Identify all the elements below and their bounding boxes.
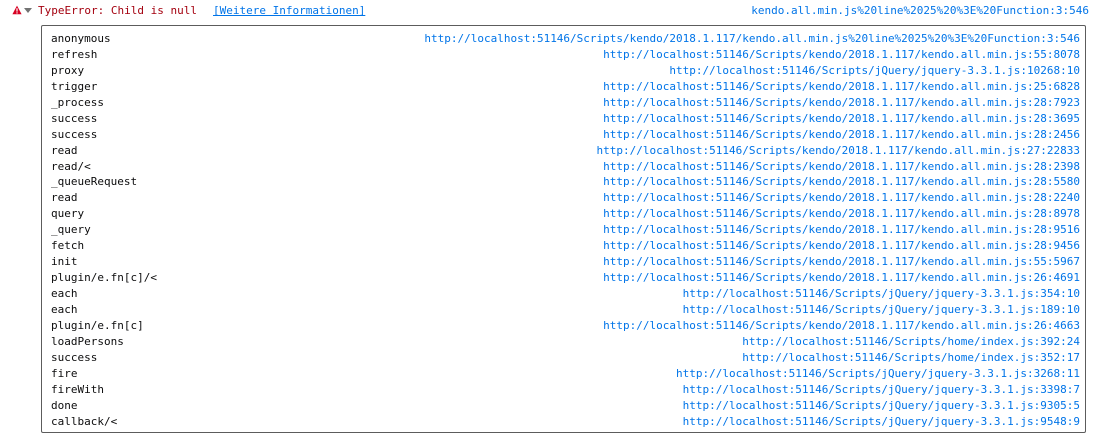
- stack-trace-list: anonymous http://localhost:51146/Scripts/…: [51, 31, 1080, 429]
- console-error-message: TypeError: Child is null [Weitere Inform…: [0, 0, 1094, 22]
- warning-triangle-icon: [12, 5, 22, 15]
- stack-frame-function: _process: [51, 95, 104, 109]
- stack-frame: each http://localhost:51146/Scripts/jQuer…: [51, 302, 1080, 318]
- stack-frame-location-link[interactable]: http://localhost:51146/Scripts/jQuery/jq…: [669, 63, 1080, 79]
- stack-frame-function: plugin/e.fn[c]: [51, 318, 144, 332]
- stack-frame-location-link[interactable]: http://localhost:51146/Scripts/kendo/201…: [603, 174, 1080, 190]
- stack-frame: init http://localhost:51146/Scripts/kendo…: [51, 254, 1080, 270]
- stack-frame: proxy http://localhost:51146/Scripts/jQue…: [51, 63, 1080, 79]
- stack-frame: callback/< http://localhost:51146/Scripts…: [51, 414, 1080, 430]
- more-info-link[interactable]: [Weitere Informationen]: [213, 4, 365, 18]
- stack-frame-location-link[interactable]: http://localhost:51146/Scripts/kendo/201…: [603, 159, 1080, 175]
- stack-frame-function: plugin/e.fn[c]/<: [51, 271, 157, 285]
- stack-frame-function: callback/<: [51, 414, 118, 428]
- stack-frame-location-link[interactable]: http://localhost:51146/Scripts/jQuery/jq…: [683, 382, 1080, 398]
- stack-frame: each http://localhost:51146/Scripts/jQuer…: [51, 286, 1080, 302]
- stack-frame: _query http://localhost:51146/Scripts/ken…: [51, 222, 1080, 238]
- stack-frame-function: fireWith: [51, 382, 104, 396]
- stack-frame-location-link[interactable]: http://localhost:51146/Scripts/home/inde…: [742, 350, 1080, 366]
- stack-frame-function: read: [51, 191, 78, 205]
- stack-frame: success http://localhost:51146/Scripts/ke…: [51, 111, 1080, 127]
- stack-frame: read http://localhost:51146/Scripts/kendo…: [51, 143, 1080, 159]
- stack-frame: _queueRequest http://localhost:51146/Scri…: [51, 174, 1080, 190]
- stack-frame-location-link[interactable]: http://localhost:51146/Scripts/home/inde…: [742, 334, 1080, 350]
- stack-frame-function: each: [51, 302, 78, 316]
- stack-frame-function: init: [51, 255, 78, 269]
- stack-frame: loadPersons http://localhost:51146/Script…: [51, 334, 1080, 350]
- stack-frame-location-link[interactable]: http://localhost:51146/Scripts/jQuery/jq…: [683, 302, 1080, 318]
- stack-frame-location-link[interactable]: http://localhost:51146/Scripts/jQuery/jq…: [683, 414, 1080, 430]
- stack-frame: plugin/e.fn[c]/< http://localhost:51146/S…: [51, 270, 1080, 286]
- stack-frame-function: anonymous: [51, 32, 111, 45]
- stack-frame-function: read/<: [51, 159, 91, 173]
- stack-frame-location-link[interactable]: http://localhost:51146/Scripts/kendo/201…: [603, 318, 1080, 334]
- stack-frame: refresh http://localhost:51146/Scripts/ke…: [51, 47, 1080, 63]
- stack-frame: trigger http://localhost:51146/Scripts/ke…: [51, 79, 1080, 95]
- chevron-down-icon[interactable]: [24, 8, 32, 13]
- stack-frame: anonymous http://localhost:51146/Scripts/…: [51, 31, 1080, 47]
- stack-frame-location-link[interactable]: http://localhost:51146/Scripts/kendo/201…: [603, 111, 1080, 127]
- stack-frame-location-link[interactable]: http://localhost:51146/Scripts/jQuery/jq…: [683, 286, 1080, 302]
- stack-frame-function: loadPersons: [51, 334, 124, 348]
- stack-frame: _process http://localhost:51146/Scripts/k…: [51, 95, 1080, 111]
- stack-frame-location-link[interactable]: http://localhost:51146/Scripts/kendo/201…: [603, 95, 1080, 111]
- stack-frame-location-link[interactable]: http://localhost:51146/Scripts/kendo/201…: [603, 222, 1080, 238]
- stack-frame-location-link[interactable]: http://localhost:51146/Scripts/jQuery/jq…: [683, 398, 1080, 414]
- stack-frame: read http://localhost:51146/Scripts/kendo…: [51, 190, 1080, 206]
- stack-frame: success http://localhost:51146/Scripts/ho…: [51, 350, 1080, 366]
- stack-frame-location-link[interactable]: http://localhost:51146/Scripts/jQuery/jq…: [676, 366, 1080, 382]
- stack-frame-function: proxy: [51, 63, 85, 77]
- stack-frame-function: _queueRequest: [51, 175, 138, 189]
- stack-frame-location-link[interactable]: http://localhost:51146/Scripts/kendo/201…: [603, 270, 1080, 286]
- stack-frame-function: _query: [51, 223, 91, 237]
- stack-frame-location-link[interactable]: http://localhost:51146/Scripts/kendo/201…: [597, 143, 1080, 159]
- stack-frame-function: fire: [51, 366, 78, 380]
- stack-frame-function: read: [51, 143, 78, 157]
- stack-frame-location-link[interactable]: http://localhost:51146/Scripts/kendo/201…: [603, 238, 1080, 254]
- stack-frame-location-link[interactable]: http://localhost:51146/Scripts/kendo/201…: [603, 127, 1080, 143]
- stack-frame-function: refresh: [51, 47, 98, 61]
- stack-frame: success http://localhost:51146/Scripts/ke…: [51, 127, 1080, 143]
- stack-frame-function: each: [51, 287, 78, 300]
- stack-frame-location-link[interactable]: http://localhost:51146/Scripts/kendo/201…: [603, 79, 1080, 95]
- stack-frame: done http://localhost:51146/Scripts/jQuer…: [51, 398, 1080, 414]
- stack-frame: fire http://localhost:51146/Scripts/jQuer…: [51, 366, 1080, 382]
- stack-frame-location-link[interactable]: http://localhost:51146/Scripts/kendo/201…: [603, 206, 1080, 222]
- stack-frame-location-link[interactable]: http://localhost:51146/Scripts/kendo/201…: [603, 190, 1080, 206]
- stack-frame-function: fetch: [51, 239, 85, 253]
- stack-frame: read/< http://localhost:51146/Scripts/ken…: [51, 159, 1080, 175]
- error-source-link[interactable]: kendo.all.min.js%20line%2025%20%3E%20Fun…: [751, 4, 1089, 18]
- stack-frame-function: success: [51, 127, 98, 141]
- stack-frame-location-link[interactable]: http://localhost:51146/Scripts/kendo/201…: [424, 31, 1080, 47]
- stack-frame: fireWith http://localhost:51146/Scripts/j…: [51, 382, 1080, 398]
- stack-trace-panel: anonymous http://localhost:51146/Scripts/…: [41, 25, 1086, 433]
- stack-frame: fetch http://localhost:51146/Scripts/kend…: [51, 238, 1080, 254]
- stack-frame: query http://localhost:51146/Scripts/kend…: [51, 206, 1080, 222]
- stack-frame-function: done: [51, 398, 78, 412]
- stack-frame-location-link[interactable]: http://localhost:51146/Scripts/kendo/201…: [603, 47, 1080, 63]
- stack-frame-function: success: [51, 111, 98, 125]
- stack-frame-function: trigger: [51, 79, 98, 93]
- error-message-text: TypeError: Child is null: [38, 4, 197, 17]
- stack-frame-location-link[interactable]: http://localhost:51146/Scripts/kendo/201…: [603, 254, 1080, 270]
- stack-frame-function: query: [51, 207, 85, 221]
- stack-frame-function: success: [51, 350, 98, 364]
- stack-frame: plugin/e.fn[c] http://localhost:51146/Scr…: [51, 318, 1080, 334]
